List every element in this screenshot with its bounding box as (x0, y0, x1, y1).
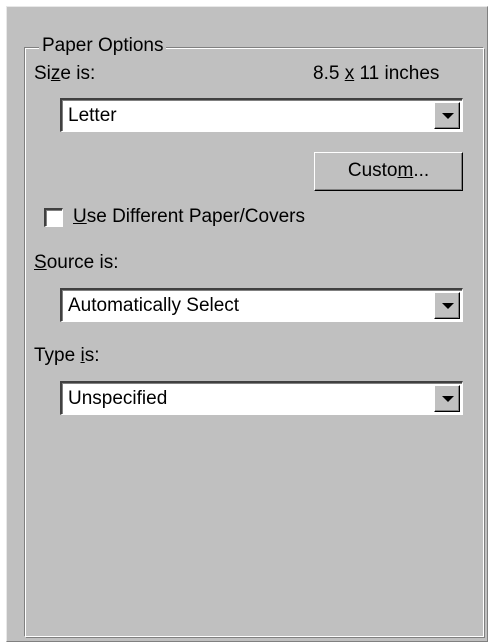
paper-size-value: Letter (68, 105, 117, 126)
use-different-paper-checkbox[interactable] (44, 208, 63, 227)
paper-type-dropdown-button[interactable] (434, 385, 460, 412)
paper-source-dropdown-button[interactable] (434, 292, 460, 319)
paper-source-dropdown[interactable]: Automatically Select (60, 288, 463, 322)
paper-dimensions-text: 8.5 x 11 inches (313, 63, 440, 84)
paper-options-title: Paper Options (39, 33, 167, 59)
size-label: Size is: (34, 63, 96, 84)
chevron-down-icon (442, 303, 454, 309)
chevron-down-icon (442, 396, 454, 402)
paper-options-groupbox (24, 47, 485, 638)
paper-type-dropdown[interactable]: Unspecified (60, 381, 463, 415)
custom-size-button[interactable]: Custom... (314, 152, 463, 191)
paper-source-value: Automatically Select (68, 295, 240, 316)
paper-size-dropdown-button[interactable] (434, 102, 460, 129)
source-label: Source is: (34, 252, 119, 273)
chevron-down-icon (442, 113, 454, 119)
paper-options-panel: Paper Options Size is: 8.5 x 11 inches L… (6, 6, 488, 642)
paper-type-value: Unspecified (68, 388, 168, 409)
use-different-paper-label[interactable]: Use Different Paper/Covers (73, 204, 305, 230)
paper-size-dropdown[interactable]: Letter (60, 98, 463, 132)
type-label: Type is: (34, 345, 100, 366)
